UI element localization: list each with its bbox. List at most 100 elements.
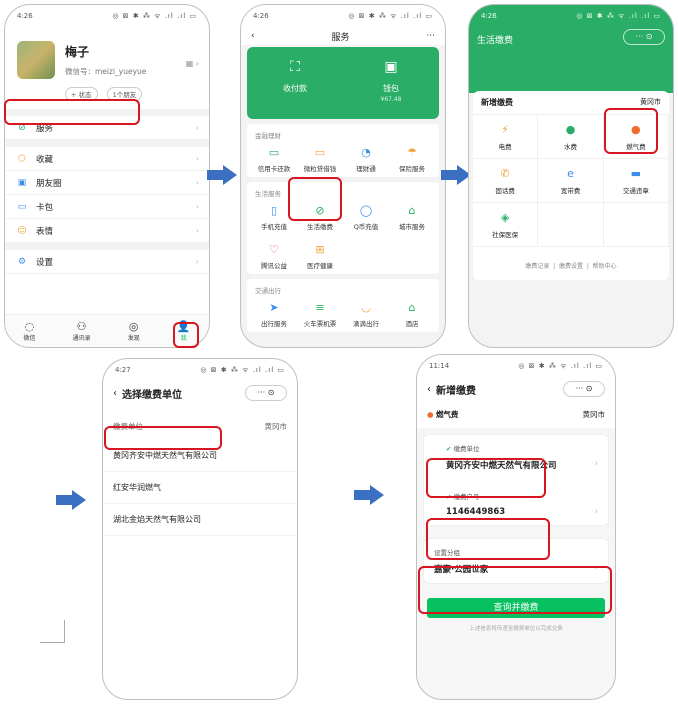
section-title: 生活服务 bbox=[255, 190, 281, 198]
menu-item-moments[interactable]: ▣ 朋友圈 › bbox=[5, 171, 209, 195]
more-icon[interactable]: ··· bbox=[426, 31, 435, 41]
qrcode-icon[interactable]: ▦ › bbox=[186, 59, 199, 101]
phone-services-page: 4:26 ◎ ⊠ ✱ ⁂ ᯤ .ıl .ıl ▭ ‹ 服务 ··· ⛶ 收付款 ▣… bbox=[240, 4, 446, 348]
chevron-right-icon: › bbox=[195, 202, 199, 211]
pay-broadband[interactable]: e 宽带费 bbox=[538, 159, 604, 203]
section-life: 生活服务 ▯ 手机充值 ⊘ 生活缴费 ◯ Q币充值 ⌂ 城市服务 ♡ 腾讯公益 ⊞ 医疗健康 bbox=[247, 182, 439, 274]
service-charity[interactable]: ♡ 腾讯公益 bbox=[251, 243, 297, 270]
service-didi[interactable]: ◡ 滴滴出行 bbox=[343, 301, 389, 328]
pay-label: 社保医保 bbox=[492, 231, 519, 239]
avatar[interactable] bbox=[17, 41, 55, 79]
status-bar: 4:26 ◎ ⊠ ✱ ⁂ ᯤ .ıl .ıl ▭ bbox=[469, 5, 673, 27]
service-label: 微粒贷借钱 bbox=[303, 165, 337, 173]
emoji-icon: ☺ bbox=[17, 225, 27, 236]
link-settings[interactable]: 缴费设置 bbox=[559, 263, 583, 270]
chat-icon: ◌ bbox=[24, 320, 35, 333]
discover-icon: ◎ bbox=[128, 320, 139, 333]
service-travel[interactable]: ➤ 出行服务 bbox=[251, 301, 297, 328]
flow-arrow bbox=[56, 490, 86, 510]
utility-header: 4:26 ◎ ⊠ ✱ ⁂ ᯤ .ıl .ıl ▭ 生活缴费 ··· ⊙ bbox=[469, 5, 673, 93]
pay-landline[interactable]: ✆ 固话费 bbox=[473, 159, 539, 203]
status-time: 4:26 bbox=[253, 12, 269, 20]
service-label: 理财通 bbox=[356, 165, 376, 173]
chevron-right-icon: › bbox=[195, 178, 199, 187]
receive-pay-button[interactable]: ⛶ 收付款 bbox=[247, 47, 343, 119]
city-selector[interactable]: 黄冈市 bbox=[640, 97, 661, 108]
divider-line bbox=[64, 620, 65, 642]
wallet-button[interactable]: ▣ 钱包 ¥67.48 bbox=[343, 47, 439, 119]
service-qcoin[interactable]: ◯ Q币充值 bbox=[343, 204, 389, 231]
service-hotel[interactable]: ⌂ 酒店 bbox=[389, 301, 435, 328]
train-ticket-icon: ≡ bbox=[315, 301, 325, 314]
pay-traffic[interactable]: ▬ 交通违章 bbox=[603, 159, 669, 203]
service-credit-card[interactable]: ▭ 信用卡还款 bbox=[251, 146, 297, 173]
city-selector[interactable]: 黄冈市 bbox=[265, 421, 288, 432]
chevron-right-icon: › bbox=[594, 459, 598, 469]
menu-label: 表情 bbox=[36, 226, 54, 237]
tab-discover[interactable]: ◎ 发现 bbox=[128, 320, 140, 342]
social-insurance-icon: ◈ bbox=[500, 211, 510, 224]
menu-item-favorites[interactable]: ⬡ 收藏 › bbox=[5, 147, 209, 171]
back-icon[interactable]: ‹ bbox=[427, 384, 431, 395]
unit-option[interactable]: 湖北金焰天然气有限公司 bbox=[103, 504, 297, 536]
back-icon[interactable]: ‹ bbox=[251, 31, 255, 41]
tab-chats[interactable]: ◌ 微信 bbox=[24, 320, 36, 342]
unit-option[interactable]: 红安华润燃气 bbox=[103, 472, 297, 504]
page-title: 服务 bbox=[331, 32, 350, 43]
tab-label: 微信 bbox=[23, 335, 36, 342]
wealth-icon: ◔ bbox=[361, 146, 371, 159]
back-icon[interactable]: ‹ bbox=[113, 388, 117, 399]
miniprogram-capsule[interactable]: ··· ⊙ bbox=[563, 381, 605, 397]
link-history[interactable]: 缴费记录 bbox=[525, 263, 549, 270]
scan-icon: ⛶ bbox=[290, 59, 300, 75]
nav-bar: ‹ 服务 ··· bbox=[241, 27, 445, 45]
pay-electricity[interactable]: ⚡ 电费 bbox=[473, 115, 539, 159]
pay-social-insurance[interactable]: ◈ 社保医保 bbox=[473, 203, 539, 247]
gas-icon: ● bbox=[427, 410, 436, 419]
status-icons: ◎ ⊠ ✱ ⁂ ᯤ .ıl .ıl ▭ bbox=[112, 11, 197, 20]
highlight-group bbox=[426, 518, 550, 560]
chevron-right-icon: › bbox=[195, 154, 199, 163]
wechat-id: 微信号：meizi_yueyue bbox=[65, 67, 147, 76]
status-time: 4:26 bbox=[481, 12, 497, 20]
hotel-icon: ⌂ bbox=[408, 301, 416, 314]
page-title: 选择缴费单位 bbox=[122, 389, 182, 401]
miniprogram-capsule[interactable]: ··· ⊙ bbox=[245, 385, 287, 401]
service-city[interactable]: ⌂ 城市服务 bbox=[389, 204, 435, 231]
miniprogram-capsule[interactable]: ··· ⊙ bbox=[623, 29, 665, 45]
wallet-amount: ¥67.48 bbox=[380, 96, 402, 103]
landline-icon: ✆ bbox=[500, 167, 510, 180]
status-bar: 4:26 ◎ ⊠ ✱ ⁂ ᯤ .ıl .ıl ▭ bbox=[241, 5, 445, 27]
service-label: 信用卡还款 bbox=[257, 165, 291, 173]
chevron-right-icon: › bbox=[594, 507, 598, 517]
menu-item-emoji[interactable]: ☺ 表情 › bbox=[5, 219, 209, 243]
service-label: 腾讯公益 bbox=[261, 262, 287, 270]
tab-label: 发现 bbox=[127, 335, 140, 342]
service-medical[interactable]: ⊞ 医疗健康 bbox=[297, 243, 343, 270]
nav-bar: ‹ 选择缴费单位 ··· ⊙ bbox=[103, 381, 297, 405]
favorites-icon: ⬡ bbox=[18, 153, 26, 164]
chevron-right-icon: › bbox=[195, 226, 199, 235]
service-label: 滴滴出行 bbox=[353, 320, 379, 328]
nav-bar: ‹ 新增缴费 ··· ⊙ bbox=[417, 377, 615, 401]
link-help[interactable]: 帮助中心 bbox=[593, 263, 617, 270]
service-loan[interactable]: ▭ 微粒贷借钱 bbox=[297, 146, 343, 173]
pay-water[interactable]: ● 水费 bbox=[538, 115, 604, 159]
service-label: Q币充值 bbox=[353, 223, 379, 231]
status-icons: ◎ ⊠ ✱ ⁂ ᯤ .ıl .ıl ▭ bbox=[348, 11, 433, 20]
section-title: 交通出行 bbox=[255, 287, 281, 295]
service-wealth[interactable]: ◔ 理财通 bbox=[343, 146, 389, 173]
highlight-unit-option bbox=[104, 426, 222, 450]
menu-item-cards[interactable]: ▭ 卡包 › bbox=[5, 195, 209, 219]
profile-header[interactable]: 梅子 微信号：meizi_yueyue + 状态 1个朋友 ▦ › bbox=[5, 27, 209, 109]
payment-card: ⛶ 收付款 ▣ 钱包 ¥67.48 bbox=[247, 47, 439, 119]
pay-label: 收付款 bbox=[283, 84, 307, 93]
service-train[interactable]: ≡ 火车票机票 bbox=[297, 301, 343, 328]
menu-item-settings[interactable]: ⚙ 设置 › bbox=[5, 250, 209, 274]
tab-contacts[interactable]: ⚇ 通讯录 bbox=[73, 320, 91, 342]
service-insurance[interactable]: ☂ 保险服务 bbox=[389, 146, 435, 173]
menu-label: 收藏 bbox=[36, 154, 54, 165]
category-row: ● 燃气费 黄冈市 bbox=[417, 401, 615, 428]
status-icons: ◎ ⊠ ✱ ⁂ ᯤ .ıl .ıl ▭ bbox=[200, 365, 285, 374]
status-time: 4:27 bbox=[115, 366, 131, 374]
